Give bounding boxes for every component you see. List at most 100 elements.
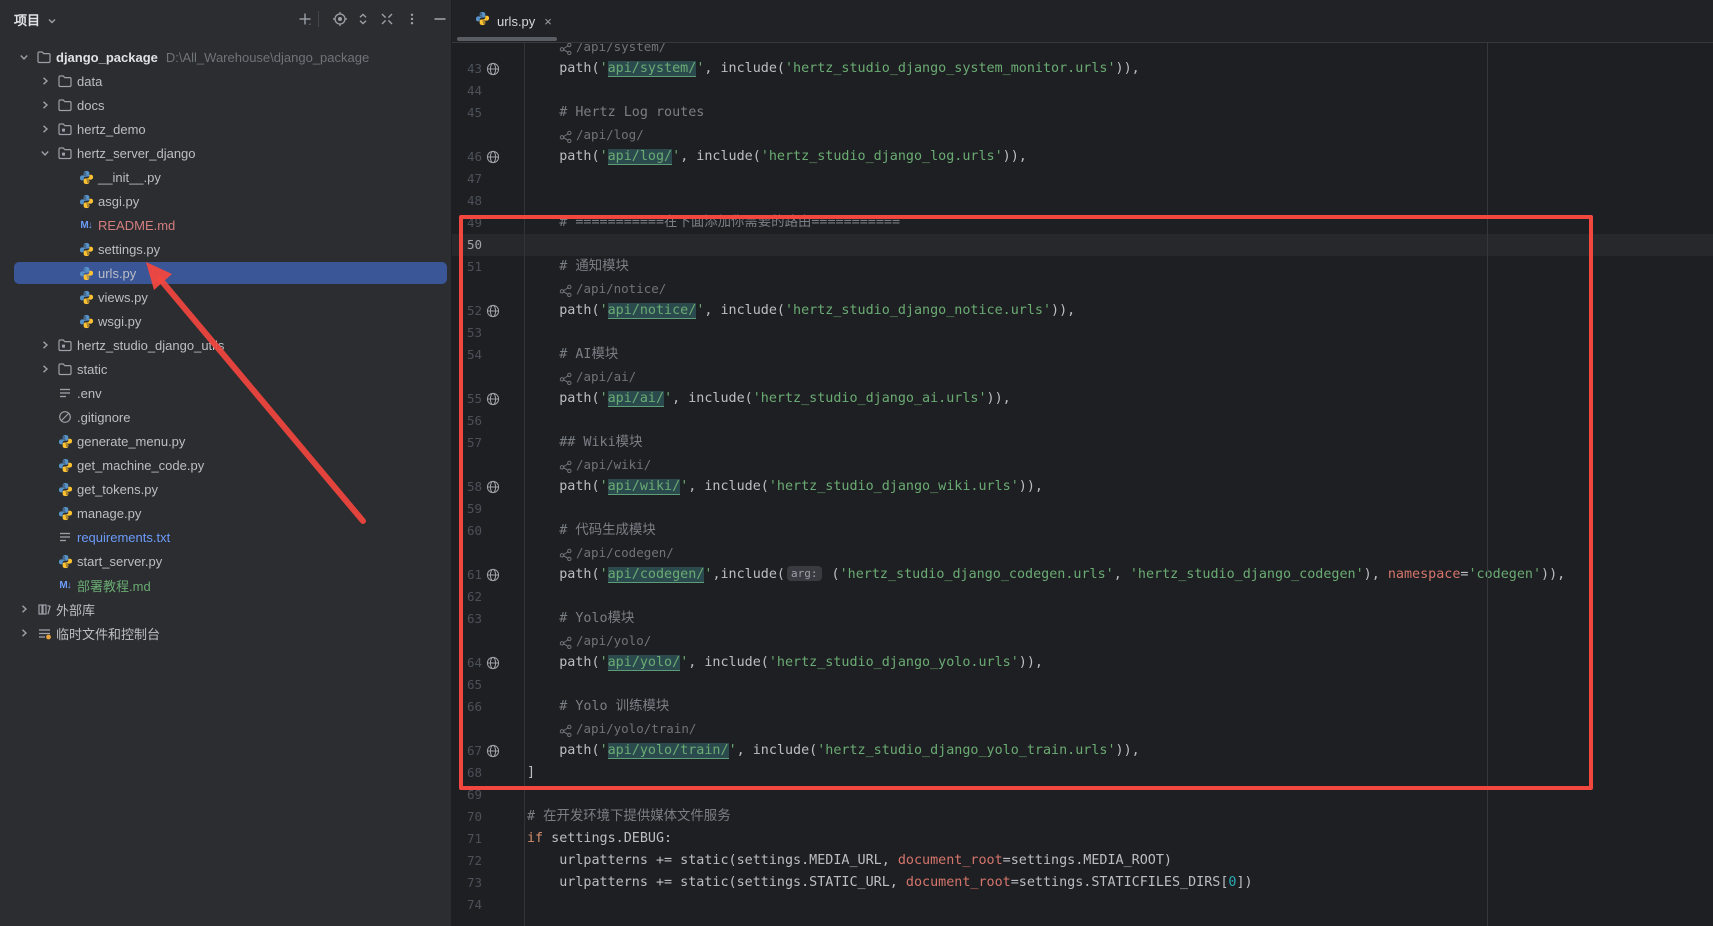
- url-mapping-globe-icon[interactable]: [486, 150, 500, 164]
- line-number[interactable]: 54: [452, 344, 482, 366]
- chevron-right-icon[interactable]: [35, 337, 55, 353]
- tree-item-start_server-py[interactable]: start_server.py: [0, 549, 451, 573]
- code-line-57[interactable]: 57 ## Wiki模块: [452, 432, 1713, 454]
- related-url-link-icon[interactable]: [559, 129, 572, 142]
- line-number[interactable]: 52: [452, 300, 482, 322]
- inlay-row[interactable]: /api/notice/: [452, 278, 1713, 300]
- inlay-row[interactable]: /api/yolo/train/: [452, 718, 1713, 740]
- line-number[interactable]: 73: [452, 872, 482, 894]
- collapse-all-icon[interactable]: [377, 9, 397, 29]
- code-line-49[interactable]: 49 # ===========在下面添加你需要的路由===========: [452, 212, 1713, 234]
- url-inlay-hint[interactable]: /api/log/: [576, 124, 644, 146]
- url-mapping-globe-icon[interactable]: [486, 62, 500, 76]
- line-number[interactable]: 44: [452, 80, 482, 102]
- code-line-58[interactable]: 58 path('api/wiki/', include('hertz_stud…: [452, 476, 1713, 498]
- chevron-right-icon[interactable]: [14, 601, 34, 617]
- url-mapping-globe-icon[interactable]: [486, 656, 500, 670]
- chevron-right-icon[interactable]: [35, 97, 55, 113]
- tree-item-asgi-py[interactable]: asgi.py: [0, 189, 451, 213]
- tree-item-env[interactable]: .env: [0, 381, 451, 405]
- chevron-down-icon[interactable]: [14, 49, 34, 65]
- code-line-70[interactable]: 70# 在开发环境下提供媒体文件服务: [452, 806, 1713, 828]
- expand-collapse-icon[interactable]: [353, 9, 373, 29]
- code-line-61[interactable]: 61 path('api/codegen/',include(arg: ('he…: [452, 564, 1713, 586]
- tree-item-wsgi-py[interactable]: wsgi.py: [0, 309, 451, 333]
- url-mapping-globe-icon[interactable]: [486, 392, 500, 406]
- panel-title[interactable]: 项目: [14, 10, 40, 29]
- chevron-down-icon[interactable]: [35, 145, 55, 161]
- line-number[interactable]: 46: [452, 146, 482, 168]
- line-number[interactable]: 48: [452, 190, 482, 212]
- tree-item-generate_menu-py[interactable]: generate_menu.py: [0, 429, 451, 453]
- line-number[interactable]: 61: [452, 564, 482, 586]
- code-line-63[interactable]: 63 # Yolo模块: [452, 608, 1713, 630]
- line-number[interactable]: 74: [452, 894, 482, 916]
- code-line-66[interactable]: 66 # Yolo 训练模块: [452, 696, 1713, 718]
- line-number[interactable]: 64: [452, 652, 482, 674]
- tree-item-readme-md[interactable]: M↓README.md: [0, 213, 451, 237]
- tree-item-requirements-txt[interactable]: requirements.txt: [0, 525, 451, 549]
- line-number[interactable]: 45: [452, 102, 482, 124]
- code-line-64[interactable]: 64 path('api/yolo/', include('hertz_stud…: [452, 652, 1713, 674]
- line-number[interactable]: 50: [452, 234, 482, 256]
- line-number[interactable]: 57: [452, 432, 482, 454]
- line-number[interactable]: 68: [452, 762, 482, 784]
- url-mapping-globe-icon[interactable]: [486, 744, 500, 758]
- line-number[interactable]: 62: [452, 586, 482, 608]
- tree-item-data[interactable]: data: [0, 69, 451, 93]
- line-number[interactable]: 49: [452, 212, 482, 234]
- code-line-53[interactable]: 53: [452, 322, 1713, 344]
- tree-item-hertz_studio_django_utils[interactable]: hertz_studio_django_utils: [0, 333, 451, 357]
- inlay-row[interactable]: /api/ai/: [452, 366, 1713, 388]
- related-url-link-icon[interactable]: [559, 283, 572, 296]
- code-line-55[interactable]: 55 path('api/ai/', include('hertz_studio…: [452, 388, 1713, 410]
- line-number[interactable]: 72: [452, 850, 482, 872]
- tree-item-init-py[interactable]: __init__.py: [0, 165, 451, 189]
- tree-item-external-libraries[interactable]: 外部库: [0, 597, 451, 621]
- code-line-69[interactable]: 69: [452, 784, 1713, 806]
- tab-urls-py[interactable]: urls.py ×: [455, 0, 562, 42]
- code-area[interactable]: /api/system/43 path('api/system/', inclu…: [452, 36, 1713, 916]
- code-line-44[interactable]: 44: [452, 80, 1713, 102]
- tree-item-views-py[interactable]: views.py: [0, 285, 451, 309]
- code-line-74[interactable]: 74: [452, 894, 1713, 916]
- hide-panel-icon[interactable]: [430, 9, 450, 29]
- line-number[interactable]: 53: [452, 322, 482, 344]
- locate-icon[interactable]: [330, 9, 350, 29]
- code-line-48[interactable]: 48: [452, 190, 1713, 212]
- tree-item-deploy-md[interactable]: M↓部署教程.md: [0, 573, 451, 597]
- code-line-59[interactable]: 59: [452, 498, 1713, 520]
- url-inlay-hint[interactable]: /api/ai/: [576, 366, 636, 388]
- tree-item-manage-py[interactable]: manage.py: [0, 501, 451, 525]
- tree-item-get_tokens-py[interactable]: get_tokens.py: [0, 477, 451, 501]
- code-line-54[interactable]: 54 # AI模块: [452, 344, 1713, 366]
- line-number[interactable]: 43: [452, 58, 482, 80]
- more-options-icon[interactable]: [402, 9, 422, 29]
- tree-item-get_machine_code-py[interactable]: get_machine_code.py: [0, 453, 451, 477]
- url-mapping-globe-icon[interactable]: [486, 480, 500, 494]
- code-line-43[interactable]: 43 path('api/system/', include('hertz_st…: [452, 58, 1713, 80]
- line-number[interactable]: 65: [452, 674, 482, 696]
- tree-item-hertz_demo[interactable]: hertz_demo: [0, 117, 451, 141]
- chevron-right-icon[interactable]: [14, 625, 34, 641]
- line-number[interactable]: 66: [452, 696, 482, 718]
- tree-item-urls-py[interactable]: urls.py: [0, 261, 451, 285]
- url-mapping-globe-icon[interactable]: [486, 568, 500, 582]
- related-url-link-icon[interactable]: [559, 723, 572, 736]
- code-line-65[interactable]: 65: [452, 674, 1713, 696]
- line-number[interactable]: 70: [452, 806, 482, 828]
- url-inlay-hint[interactable]: /api/codegen/: [576, 542, 674, 564]
- inlay-row[interactable]: /api/log/: [452, 124, 1713, 146]
- tree-item-hertz_server_django[interactable]: hertz_server_django: [0, 141, 451, 165]
- tree-item-settings-py[interactable]: settings.py: [0, 237, 451, 261]
- inlay-row[interactable]: /api/yolo/: [452, 630, 1713, 652]
- related-url-link-icon[interactable]: [559, 547, 572, 560]
- code-line-51[interactable]: 51 # 通知模块: [452, 256, 1713, 278]
- url-mapping-globe-icon[interactable]: [486, 304, 500, 318]
- line-number[interactable]: 56: [452, 410, 482, 432]
- code-line-72[interactable]: 72 urlpatterns += static(settings.MEDIA_…: [452, 850, 1713, 872]
- line-number[interactable]: 63: [452, 608, 482, 630]
- line-number[interactable]: 51: [452, 256, 482, 278]
- line-number[interactable]: 60: [452, 520, 482, 542]
- code-line-46[interactable]: 46 path('api/log/', include('hertz_studi…: [452, 146, 1713, 168]
